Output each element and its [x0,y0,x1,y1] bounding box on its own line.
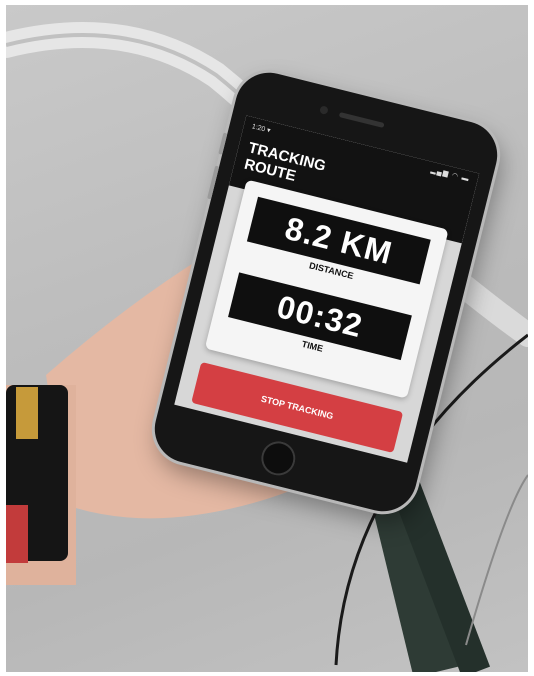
status-time: 1:20 ▾ [250,123,272,135]
app-screen: 1:20 ▾ ▂▄▆ ◠ ▬ TRACKING ROUTE 8.2 KM DIS… [174,115,480,463]
background-photo: 1:20 ▾ ▂▄▆ ◠ ▬ TRACKING ROUTE 8.2 KM DIS… [6,5,528,672]
home-button[interactable] [257,437,299,480]
status-indicators-icon: ▂▄▆ ◠ ▬ [429,166,471,184]
front-camera [319,105,329,115]
earpiece-speaker [338,112,385,129]
red-bracelet [6,505,28,563]
